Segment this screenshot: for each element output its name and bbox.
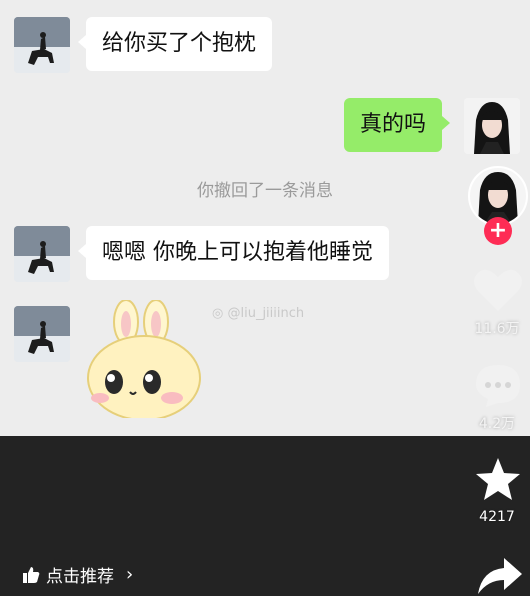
horse-rider-image	[14, 306, 70, 362]
weibo-icon: ◎	[212, 306, 224, 321]
recommend-label: 点击推荐	[46, 567, 114, 587]
recommend-button[interactable]: 点击推荐 ›	[22, 562, 133, 587]
avatar-friend[interactable]	[14, 306, 70, 362]
watermark-text: @liu_jiiiinch	[227, 306, 305, 321]
message-text: 真的吗	[360, 112, 427, 137]
message-bubble-1[interactable]: 给你买了个抱枕	[77, 17, 273, 71]
message-text: 给你买了个抱枕	[102, 31, 257, 56]
star-icon[interactable]	[474, 456, 522, 502]
watermark: ◎ @liu_jiiiinch	[212, 306, 304, 321]
avatar-self[interactable]	[464, 98, 520, 154]
message-bubble-2[interactable]: 真的吗	[344, 98, 451, 152]
favorite-count: 4217	[479, 509, 515, 525]
plus-icon: +	[488, 218, 508, 243]
recalled-message-notice: 你撤回了一条消息	[197, 181, 333, 201]
comment-icon[interactable]	[472, 361, 524, 409]
thumbs-up-icon	[23, 566, 40, 583]
follow-button[interactable]: +	[484, 217, 512, 245]
creator-portrait-image	[470, 168, 526, 224]
bunny-sticker-image[interactable]	[86, 300, 204, 418]
message-bubble-3[interactable]: 嗯嗯 你晚上可以抱着他睡觉	[78, 226, 389, 280]
avatar-friend[interactable]	[14, 226, 70, 282]
comment-count: 4.2万	[478, 416, 516, 432]
chevron-right-icon: ›	[126, 564, 134, 585]
chat-area: 给你买了个抱枕 真的吗 你撤回了一条消息 嗯嗯 你晚上可以抱着他睡觉 ◎ @li…	[0, 0, 530, 436]
share-icon[interactable]	[476, 556, 524, 596]
girl-portrait-image	[464, 98, 520, 154]
avatar-friend[interactable]	[14, 17, 70, 73]
horse-rider-image	[14, 17, 70, 73]
heart-icon[interactable]	[472, 265, 524, 313]
like-count: 11.6万	[474, 321, 520, 337]
horse-rider-image	[14, 226, 70, 282]
message-text: 嗯嗯 你晚上可以抱着他睡觉	[102, 240, 373, 265]
